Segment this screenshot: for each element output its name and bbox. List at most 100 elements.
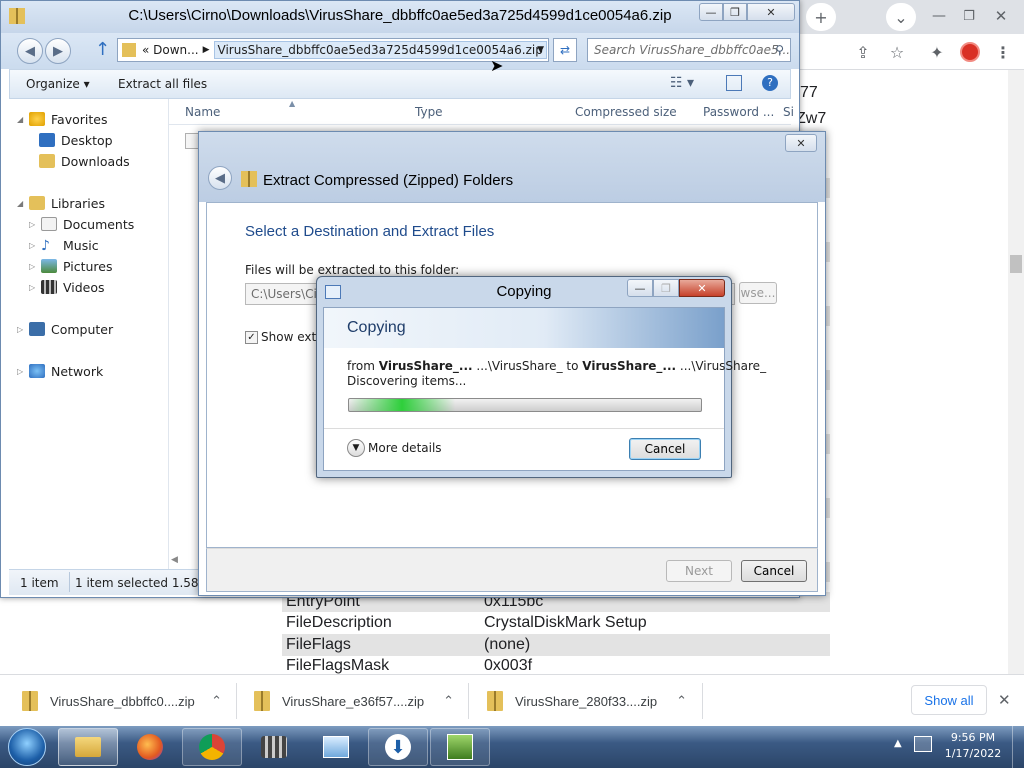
page-text: Zw7 (796, 110, 827, 127)
tab-search-button[interactable]: ⌄ (886, 3, 916, 31)
back-button[interactable]: ◀ (17, 38, 43, 64)
collapse-triangle-icon[interactable]: ▷ (29, 220, 39, 229)
show-all-button[interactable]: Show all (911, 685, 987, 715)
next-button[interactable]: Next (666, 560, 732, 582)
taskbar-firefox[interactable] (120, 728, 180, 766)
column-compressed-size[interactable]: Compressed size (575, 105, 677, 119)
chrome-minimize-button[interactable]: — (924, 2, 954, 30)
new-tab-button[interactable]: + (806, 3, 836, 31)
download-filename[interactable]: VirusShare_280f33....zip (515, 694, 657, 709)
wizard-back-button[interactable]: ◀ (208, 166, 232, 190)
collapse-triangle-icon[interactable]: ▷ (29, 262, 39, 271)
address-prefix[interactable]: « Down... (142, 43, 199, 57)
address-bar-area: ◀ ▶ ↑ « Down... ▶ VirusShare_dbbffc0ae5e… (1, 33, 799, 69)
collapse-triangle-icon[interactable]: ▷ (17, 367, 27, 376)
chrome-scrollbar-thumb[interactable] (1010, 255, 1022, 273)
nav-videos[interactable]: ▷ Videos (29, 277, 105, 297)
wizard-cancel-button[interactable]: Cancel (741, 560, 807, 582)
search-input[interactable]: Search VirusShare_dbbffc0ae5... ⚲ (587, 38, 791, 62)
table-key: FileFlagsMask (286, 657, 390, 674)
wizard-close-button[interactable]: ✕ (785, 134, 817, 152)
collapse-triangle-icon[interactable]: ▷ (29, 241, 39, 250)
share-icon[interactable]: ⇪ (848, 38, 878, 66)
maximize-button[interactable]: ❐ (723, 3, 747, 21)
extensions-icon[interactable]: ✦ (922, 38, 952, 66)
nav-favorites[interactable]: ◢ Favorites (17, 109, 107, 129)
nav-pictures[interactable]: ▷ Pictures (29, 256, 113, 276)
view-options-icon[interactable]: ☷ ▾ (670, 75, 694, 91)
browse-button[interactable]: wse... (739, 282, 777, 304)
chrome-menu-icon[interactable]: ⋮ (988, 38, 1018, 66)
nav-downloads[interactable]: Downloads (39, 151, 130, 171)
chevron-up-icon[interactable]: ⌃ (443, 693, 454, 709)
column-type[interactable]: Type (415, 105, 443, 119)
checkmark-icon[interactable]: ✓ (245, 330, 258, 344)
chevron-up-icon[interactable]: ⌃ (211, 693, 222, 709)
organize-button[interactable]: Organize ▾ (26, 77, 90, 91)
show-desktop-button[interactable] (1012, 726, 1024, 768)
column-name[interactable]: Name (185, 105, 220, 119)
taskbar-security-app[interactable] (430, 728, 490, 766)
download-filename[interactable]: VirusShare_e36f57....zip (282, 694, 424, 709)
chrome-close-button[interactable]: ✕ (986, 2, 1016, 30)
chevron-up-icon[interactable]: ⌃ (676, 693, 687, 709)
show-all-label: Show all (924, 692, 974, 708)
column-size[interactable]: Si (783, 105, 794, 119)
nav-network[interactable]: ▷ Network (17, 361, 103, 381)
taskbar-downloader[interactable]: ⬇ (368, 728, 428, 766)
table-value: CrystalDiskMark Setup (484, 614, 647, 631)
copy-cancel-button[interactable]: Cancel (629, 438, 701, 460)
expand-chevron-icon[interactable]: ▼ (347, 439, 365, 457)
column-password[interactable]: Password ... (703, 105, 774, 119)
network-tray-icon[interactable] (914, 736, 932, 752)
table-row: FileFlagsMask 0x003f (282, 656, 830, 674)
expand-triangle-icon[interactable]: ◢ (17, 115, 27, 124)
nav-libraries[interactable]: ◢ Libraries (17, 193, 105, 213)
expand-triangle-icon[interactable]: ◢ (17, 199, 27, 208)
help-icon[interactable]: ? (762, 75, 778, 91)
copy-source-dest: from VirusShare_... ...\VirusShare_ to V… (347, 359, 766, 373)
refresh-icon[interactable]: ⇄ (553, 38, 577, 62)
copy-minimize-button[interactable]: — (627, 279, 653, 297)
up-arrow-icon[interactable]: ↑ (95, 39, 110, 60)
taskbar-explorer[interactable] (58, 728, 118, 766)
download-item[interactable]: VirusShare_280f33....zip ⌃ (487, 675, 697, 727)
tray-chevron-icon[interactable]: ▲ (894, 738, 902, 749)
collapse-triangle-icon[interactable]: ▷ (29, 283, 39, 292)
address-dropdown-icon[interactable]: ▼ (537, 45, 544, 55)
extension-avatar-icon[interactable] (960, 42, 980, 62)
breadcrumb-separator-icon[interactable]: ▶ (203, 45, 210, 55)
computer-icon (29, 322, 45, 336)
minimize-button[interactable]: — (699, 3, 723, 21)
nav-label: Computer (51, 321, 114, 337)
download-item[interactable]: VirusShare_e36f57....zip ⌃ (254, 675, 464, 727)
more-details-toggle[interactable]: ▼ More details (347, 439, 442, 457)
start-button[interactable] (8, 728, 46, 766)
clock-date[interactable]: 1/17/2022 (940, 747, 1006, 760)
nav-computer[interactable]: ▷ Computer (17, 319, 113, 339)
copy-close-button[interactable]: ✕ (679, 279, 725, 297)
taskbar-control-panel[interactable] (306, 728, 366, 766)
chrome-restore-button[interactable]: ❐ (954, 2, 984, 30)
extract-all-button[interactable]: Extract all files (118, 77, 207, 91)
download-filename[interactable]: VirusShare_dbbffc0....zip (50, 694, 195, 709)
search-icon[interactable]: ⚲ (775, 43, 784, 57)
taskbar-media-center[interactable] (244, 728, 304, 766)
scroll-left-icon[interactable]: ◀ (171, 555, 199, 567)
nav-music[interactable]: ▷ ♪ Music (29, 235, 99, 255)
forward-button[interactable]: ▶ (45, 38, 71, 64)
chrome-scrollbar[interactable] (1008, 70, 1024, 674)
preview-pane-icon[interactable] (726, 75, 742, 91)
taskbar-chrome[interactable] (182, 728, 242, 766)
download-item[interactable]: VirusShare_dbbffc0....zip ⌃ (22, 675, 232, 727)
search-placeholder[interactable]: Search VirusShare_dbbffc0ae5... (588, 43, 790, 57)
collapse-triangle-icon[interactable]: ▷ (17, 325, 27, 334)
close-button[interactable]: ✕ (747, 3, 795, 21)
to-path: ...\VirusShare_ (676, 359, 767, 373)
address-box[interactable]: « Down... ▶ VirusShare_dbbffc0ae5ed3a725… (117, 38, 549, 62)
nav-documents[interactable]: ▷ Documents (29, 214, 134, 234)
nav-desktop[interactable]: Desktop (39, 130, 113, 150)
close-shelf-icon[interactable]: ✕ (998, 691, 1011, 709)
bookmark-star-icon[interactable]: ☆ (882, 38, 912, 66)
clock-time[interactable]: 9:56 PM (940, 731, 1006, 744)
